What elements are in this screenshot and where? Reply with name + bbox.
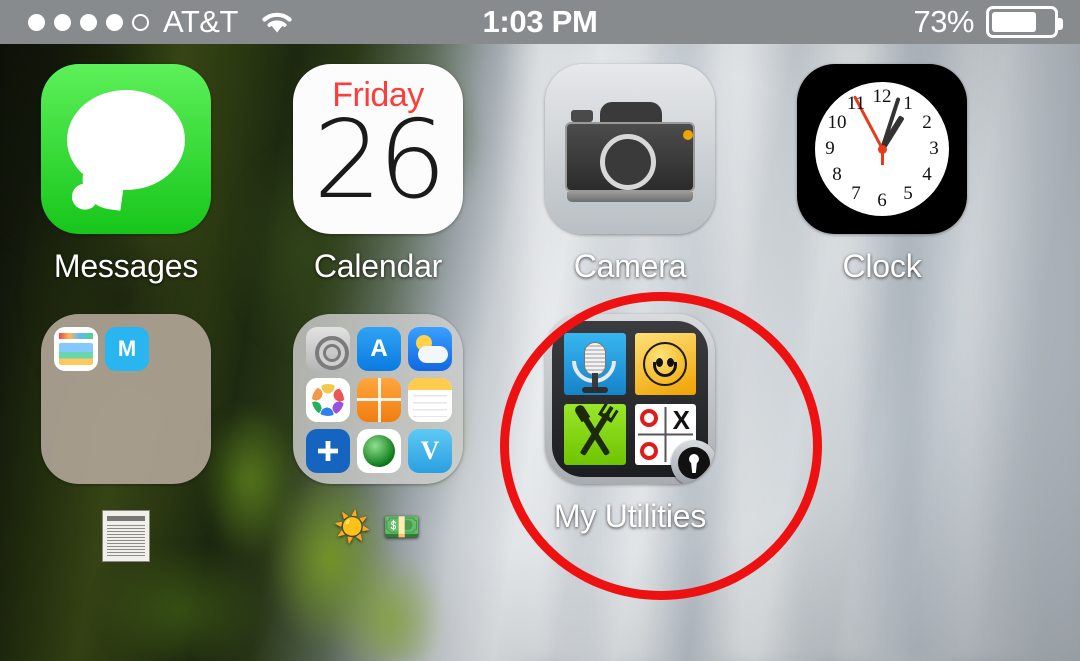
fork-knife-tile <box>564 403 626 465</box>
folder-tan-label <box>102 510 150 569</box>
clock-numeral-7: 7 <box>851 183 861 205</box>
folder-slot-empty <box>156 378 200 422</box>
app-label-clock: Clock <box>842 248 922 284</box>
keyhole-icon <box>678 447 710 479</box>
app-calendar[interactable]: Friday 26 Calendar <box>252 64 504 285</box>
clock-center-pin <box>877 144 887 154</box>
newspaper-icon <box>102 510 150 562</box>
photos-icon <box>306 378 350 422</box>
camera-icon-wrap[interactable] <box>545 64 715 234</box>
folder-gray[interactable]: ☀️ 💵 <box>252 314 504 569</box>
m-icon: M <box>105 327 149 371</box>
camera-indicator-dot <box>683 130 693 140</box>
settings-icon <box>306 327 350 371</box>
camera-lens <box>600 134 656 190</box>
find-friends-icon <box>357 429 401 473</box>
tic-tac-toe-x: X <box>672 404 690 435</box>
messages-icon[interactable] <box>41 64 211 234</box>
app-label-calendar: Calendar <box>313 248 443 284</box>
status-bar-right: 73% <box>913 4 1063 40</box>
folder-tan[interactable]: M <box>0 314 252 569</box>
clock-numeral-10: 10 <box>827 112 847 133</box>
app-my-utilities[interactable]: X My Utilities <box>504 314 756 569</box>
folder-slot-empty <box>105 429 149 473</box>
lock-badge-icon <box>671 440 715 484</box>
weather-icon <box>408 327 452 371</box>
battery-percent-label: 73% <box>913 4 974 39</box>
chase-icon <box>306 429 350 473</box>
clock-numeral-2: 2 <box>922 112 932 133</box>
folder-slot-empty <box>105 378 149 422</box>
microphone-base <box>581 387 608 393</box>
tic-tac-toe-o-1 <box>639 408 658 427</box>
folder-slot-empty <box>54 378 98 422</box>
my-utilities-icon-wrap[interactable]: X <box>545 314 715 484</box>
clock-numeral-5: 5 <box>903 183 913 205</box>
clock-numeral-12: 12 <box>872 86 892 107</box>
app-label-my-utilities: My Utilities <box>553 498 707 534</box>
status-bar: AT&T 1:03 PM 73% <box>0 0 1080 44</box>
clock-numeral-9: 9 <box>825 138 835 159</box>
camera-flash-nub <box>571 110 593 122</box>
clock-icon[interactable]: 12 1 2 3 4 5 6 7 8 9 10 11 <box>797 64 967 234</box>
calendar-icon-wrap[interactable]: Friday 26 <box>293 64 463 234</box>
notes-icon <box>408 378 452 422</box>
microphone-tile <box>564 333 626 395</box>
folder-slot-empty <box>156 327 200 371</box>
calendar-date: 26 <box>313 98 446 223</box>
folder-gray-label: ☀️ 💵 <box>333 511 423 544</box>
app-clock[interactable]: 12 1 2 3 4 5 6 7 8 9 10 11 Clock <box>756 64 1008 285</box>
icon-row-2: M A V ☀️ 💵 X My Utilities <box>0 314 1080 569</box>
clock-icon-wrap[interactable]: 12 1 2 3 4 5 6 7 8 9 10 11 <box>797 64 967 234</box>
smiley-mouth <box>653 361 678 377</box>
smiley-tile <box>634 333 696 395</box>
clock-numeral-6: 6 <box>877 190 887 211</box>
clock-numeral-1: 1 <box>903 92 913 114</box>
folder-slot-empty <box>54 429 98 473</box>
clock-face: 12 1 2 3 4 5 6 7 8 9 10 11 <box>815 82 949 216</box>
empty-slot <box>756 314 1008 569</box>
messages-icon-wrap[interactable] <box>41 64 211 234</box>
app-store-icon <box>357 327 401 371</box>
tic-tac-toe-o-2 <box>639 442 658 460</box>
camera-icon[interactable] <box>545 64 715 234</box>
icon-row-1: Messages Friday 26 Calendar Camera 12 1 … <box>0 64 1080 285</box>
home-screen-grid: Messages Friday 26 Calendar Camera 12 1 … <box>0 44 1080 661</box>
clock-numeral-11: 11 <box>846 92 866 114</box>
app-label-messages: Messages <box>53 248 199 284</box>
folder-tan-icon[interactable]: M <box>41 314 211 484</box>
clock-numeral-4: 4 <box>922 164 932 185</box>
app-camera[interactable]: Camera <box>504 64 756 285</box>
my-utilities-icon[interactable]: X <box>545 314 715 484</box>
folder-slot-empty <box>156 429 200 473</box>
app-label-camera: Camera <box>573 248 687 284</box>
smiley-face-icon <box>643 341 688 386</box>
app-messages[interactable]: Messages <box>0 64 252 285</box>
calculator-icon <box>357 378 401 422</box>
battery-nub <box>1058 18 1063 30</box>
speech-bubble-tail <box>78 169 126 211</box>
battery-icon <box>986 6 1063 38</box>
battery-fill <box>992 12 1036 32</box>
folder-gray-icon[interactable] <box>293 314 463 484</box>
calendar-icon[interactable]: Friday 26 <box>293 64 463 234</box>
clock-numeral-3: 3 <box>929 138 939 159</box>
clock-numeral-8: 8 <box>832 164 842 185</box>
news-icon <box>54 327 98 371</box>
venmo-icon <box>408 429 452 473</box>
folder-gray-icon-wrap[interactable] <box>293 314 463 484</box>
folder-tan-icon-wrap[interactable]: M <box>41 314 211 484</box>
camera-base <box>567 192 693 202</box>
microphone-head <box>583 342 606 376</box>
